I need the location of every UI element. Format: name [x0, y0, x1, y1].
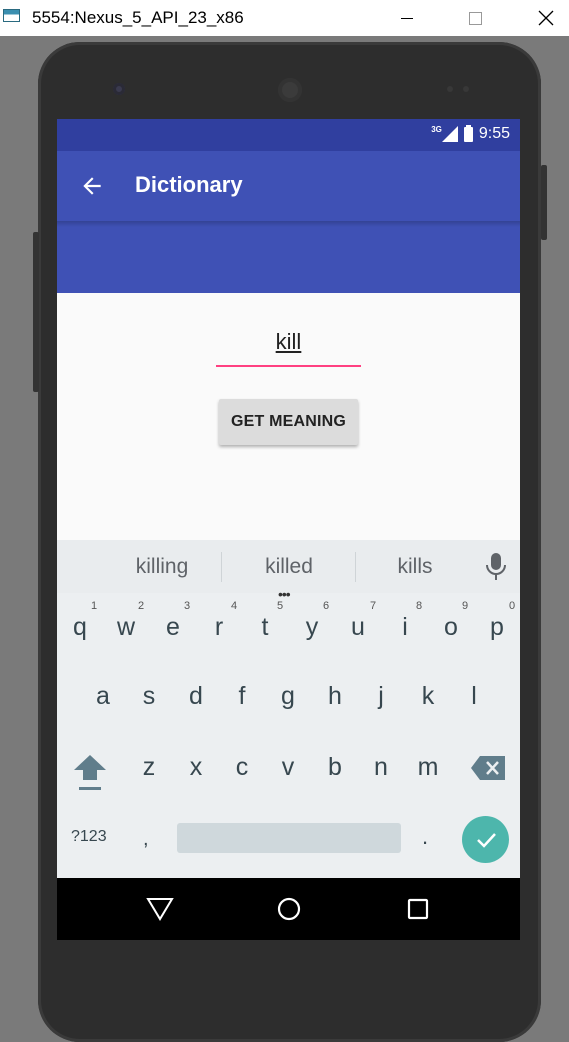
key-o[interactable]: o — [431, 613, 471, 642]
key-d[interactable]: d — [176, 682, 216, 711]
minimize-icon — [401, 17, 413, 19]
status-icons: 3G 9:55 — [425, 124, 510, 143]
volume-button[interactable] — [33, 232, 39, 392]
key-q[interactable]: q — [60, 613, 100, 642]
key-hint: 0 — [508, 600, 516, 612]
earpiece-speaker — [278, 78, 302, 102]
word-input-wrapper — [216, 319, 361, 367]
key-hint: 3 — [183, 600, 191, 612]
key-r[interactable]: r — [199, 613, 239, 642]
key-m[interactable]: m — [408, 753, 448, 782]
key-p[interactable]: p — [477, 613, 517, 642]
light-sensor — [463, 86, 469, 92]
key-hint: 5 — [276, 600, 284, 612]
key-hint: 6 — [322, 600, 330, 612]
clock: 9:55 — [478, 125, 510, 142]
app-title: Dictionary — [135, 172, 243, 197]
key-s[interactable]: s — [129, 682, 169, 711]
soft-keyboard: killing killed kills ••• 1 q 2 w 3 e 4 r… — [57, 540, 520, 878]
nav-recents-icon[interactable] — [407, 898, 429, 920]
key-y[interactable]: y — [292, 613, 332, 642]
emulator-app-icon — [3, 9, 20, 22]
key-z[interactable]: z — [129, 753, 169, 782]
enter-key[interactable] — [462, 816, 509, 863]
nav-home-icon[interactable] — [276, 896, 302, 922]
key-j[interactable]: j — [361, 682, 401, 711]
toolbar-shadow — [57, 221, 520, 227]
app-bar: Dictionary — [57, 151, 520, 293]
microphone-icon[interactable] — [485, 552, 507, 582]
key-b[interactable]: b — [315, 753, 355, 782]
input-underline — [216, 365, 361, 367]
window-title: 5554:Nexus_5_API_23_x86 — [32, 8, 244, 27]
key-f[interactable]: f — [222, 682, 262, 711]
power-button[interactable] — [541, 165, 547, 240]
key-c[interactable]: c — [222, 753, 262, 782]
key-hint: 7 — [369, 600, 377, 612]
key-hint: 9 — [461, 600, 469, 612]
key-v[interactable]: v — [268, 753, 308, 782]
proximity-sensor — [447, 86, 453, 92]
maximize-button[interactable] — [452, 0, 498, 36]
suggestion-killing[interactable]: killing — [120, 555, 204, 579]
shift-icon[interactable] — [73, 752, 107, 792]
key-h[interactable]: h — [315, 682, 355, 711]
close-icon — [538, 10, 554, 26]
suggestion-strip: killing killed kills ••• — [57, 540, 520, 602]
key-u[interactable]: u — [338, 613, 378, 642]
signal-icon — [441, 126, 458, 142]
navigation-bar — [57, 878, 520, 940]
status-bar: 3G 9:55 — [57, 119, 520, 151]
device-screen: 3G 9:55 Dictionary GET MEANING killing k… — [57, 119, 520, 940]
key-i[interactable]: i — [385, 613, 425, 642]
space-bar[interactable] — [177, 823, 401, 853]
checkmark-icon — [476, 832, 496, 848]
network-type: 3G — [431, 124, 442, 134]
suggestion-killed[interactable]: killed — [247, 555, 331, 579]
minimize-button[interactable] — [384, 0, 430, 36]
word-input[interactable] — [216, 319, 361, 365]
emulator-title-bar: 5554:Nexus_5_API_23_x86 — [0, 0, 569, 36]
key-hint: 2 — [137, 600, 145, 612]
suggestion-divider — [355, 552, 356, 582]
key-hint: 8 — [415, 600, 423, 612]
key-l[interactable]: l — [454, 682, 494, 711]
key-k[interactable]: k — [408, 682, 448, 711]
key-a[interactable]: a — [83, 682, 123, 711]
key-e[interactable]: e — [153, 613, 193, 642]
backspace-icon[interactable] — [470, 755, 506, 781]
key-g[interactable]: g — [268, 682, 308, 711]
key-w[interactable]: w — [106, 613, 146, 642]
key-t[interactable]: t — [245, 613, 285, 642]
nav-back-icon[interactable] — [146, 896, 174, 922]
key-x[interactable]: x — [176, 753, 216, 782]
key-hint: 4 — [230, 600, 238, 612]
get-meaning-button[interactable]: GET MEANING — [219, 399, 358, 445]
battery-icon — [463, 124, 473, 142]
key-n[interactable]: n — [361, 753, 401, 782]
close-button[interactable] — [523, 0, 569, 36]
arrow-back-icon[interactable] — [79, 173, 105, 199]
key-period[interactable]: . — [422, 824, 428, 850]
symbols-mode-key[interactable]: ?123 — [71, 828, 107, 846]
front-camera — [113, 83, 125, 95]
suggestion-kills[interactable]: kills — [373, 555, 457, 579]
suggestion-divider — [221, 552, 222, 582]
key-hint: 1 — [90, 600, 98, 612]
maximize-icon — [468, 11, 482, 25]
key-comma[interactable]: , — [143, 828, 149, 851]
